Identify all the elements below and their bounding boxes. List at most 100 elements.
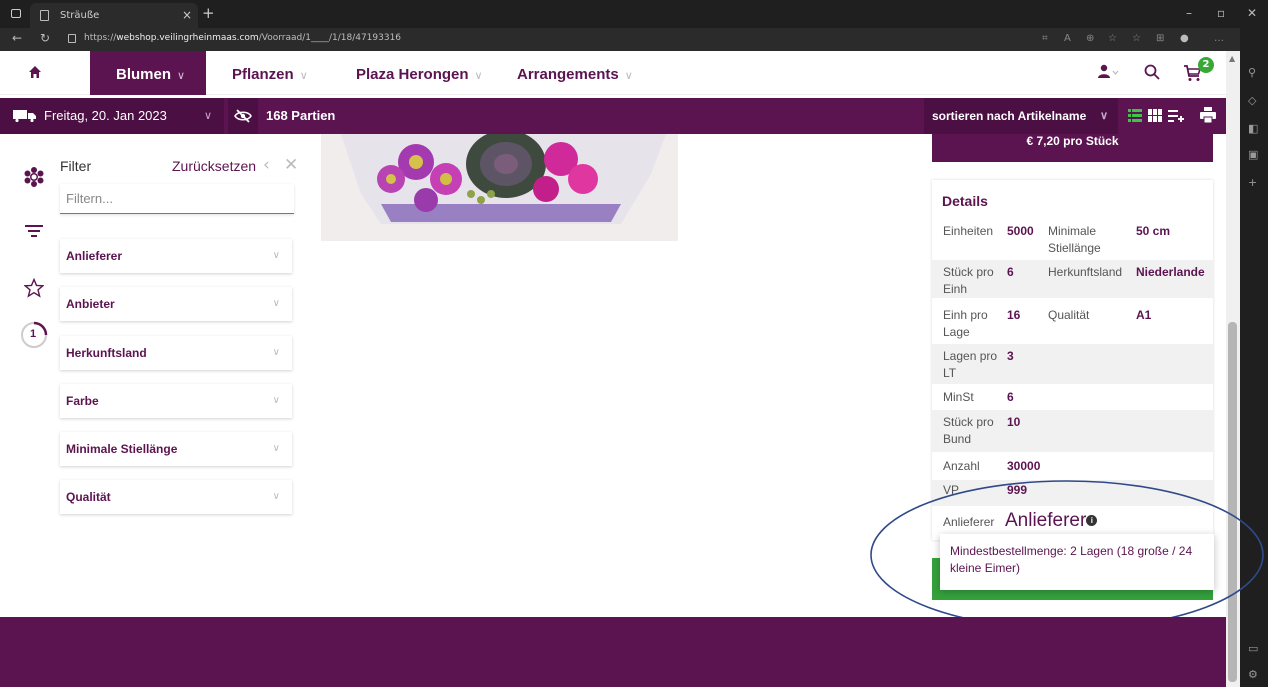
- detail-value: Niederlande: [1136, 265, 1205, 279]
- office-icon[interactable]: ◧: [1248, 122, 1258, 135]
- tab-close-icon[interactable]: ×: [182, 3, 192, 28]
- reader-icon[interactable]: ⌗: [1042, 33, 1048, 44]
- detail-label: Minimale Stiellänge: [1048, 224, 1101, 255]
- detail-label: Stück pro Bund: [943, 415, 994, 446]
- nav-label: Plaza Herongen: [356, 66, 469, 83]
- reset-link[interactable]: Zurücksetzen: [172, 158, 256, 174]
- nav-pflanzen[interactable]: Pflanzen ∨: [232, 51, 308, 95]
- detail-row: Einheiten 5000 Minimale Stiellänge 50 cm: [932, 220, 1213, 258]
- chevron-down-icon: ∨: [474, 70, 483, 82]
- facet-label: Anlieferer: [66, 249, 123, 263]
- add-to-list-icon[interactable]: [1168, 109, 1184, 122]
- favorites-icon[interactable]: ☆: [1132, 33, 1141, 44]
- detail-row: Einh pro Lage 16 Qualität A1: [932, 304, 1213, 342]
- shopping-icon[interactable]: ◇: [1248, 94, 1256, 107]
- facet-minimale-stiellaenge[interactable]: Minimale Stiellänge ∨: [60, 432, 292, 466]
- chevron-down-icon: ∨: [272, 298, 280, 309]
- close-window-icon[interactable]: ✕: [1247, 6, 1257, 20]
- detail-value: 5000: [1007, 224, 1034, 238]
- purple-toolbar: Freitag, 20. Jan 2023 ∨ 168 Partien sort…: [0, 98, 1226, 134]
- detail-value: 3: [1007, 349, 1014, 363]
- chevron-down-icon: ∨: [624, 70, 633, 82]
- tab-actions-icon[interactable]: [11, 9, 21, 18]
- date-select[interactable]: Freitag, 20. Jan 2023 ∨: [0, 98, 224, 134]
- chevron-down-icon: ∨: [272, 250, 280, 261]
- chevron-down-icon: ∨: [272, 491, 280, 502]
- zoom-icon[interactable]: ⊕: [1086, 33, 1094, 44]
- user-icon[interactable]: [1097, 64, 1119, 80]
- detail-row: Anzahl 30000: [932, 454, 1213, 478]
- sidebar-toggle-icon[interactable]: ▭: [1248, 642, 1258, 655]
- facet-farbe[interactable]: Farbe ∨: [60, 384, 292, 418]
- filter-input[interactable]: [60, 184, 294, 214]
- search-icon[interactable]: ⚲: [1248, 66, 1256, 79]
- facet-anlieferer[interactable]: Anlieferer ∨: [60, 239, 292, 273]
- scroll-up-icon[interactable]: ▲: [1229, 54, 1235, 63]
- list-view-icon[interactable]: [1128, 109, 1142, 122]
- facet-qualitaet[interactable]: Qualität ∨: [60, 480, 292, 514]
- home-icon[interactable]: [28, 65, 42, 79]
- collections-icon[interactable]: ⊞: [1156, 33, 1164, 44]
- facet-label: Herkunftsland: [66, 346, 147, 360]
- restore-icon[interactable]: ▫: [1217, 6, 1225, 20]
- detail-label: Herkunftsland: [1048, 265, 1123, 279]
- flower-icon[interactable]: [24, 167, 44, 187]
- detail-label: Qualität: [1048, 308, 1090, 322]
- nav-blumen[interactable]: Blumen ∨: [90, 51, 206, 95]
- detail-value: A1: [1136, 308, 1152, 322]
- nav-label: Pflanzen: [232, 66, 294, 83]
- bouquet-picture: [321, 134, 678, 241]
- chevron-down-icon: ∨: [272, 443, 280, 454]
- browser-tab[interactable]: Sträuße ×: [30, 3, 198, 28]
- detail-label: Lagen pro LT: [943, 349, 998, 380]
- detail-value: 6: [1007, 265, 1014, 279]
- detail-label: Stück pro Einh: [943, 265, 994, 296]
- close-icon[interactable]: ✕: [284, 155, 298, 175]
- new-tab-icon[interactable]: +: [202, 4, 215, 22]
- more-icon[interactable]: …: [1214, 33, 1224, 44]
- settings-icon[interactable]: ⚙: [1248, 668, 1258, 681]
- detail-row: Stück pro Einh 6 Herkunftsland Niederlan…: [932, 260, 1213, 298]
- hide-toggle-button[interactable]: [228, 98, 258, 134]
- grid-view-icon[interactable]: [1148, 109, 1162, 122]
- filter-icon[interactable]: [24, 223, 44, 239]
- star-icon[interactable]: [24, 278, 44, 298]
- date-label: Freitag, 20. Jan 2023: [44, 108, 167, 123]
- profile-icon[interactable]: ●: [1180, 33, 1189, 44]
- add-icon[interactable]: +: [1248, 176, 1257, 189]
- browser-tab-bar: Sträuße × + – ▫ ✕: [0, 0, 1268, 28]
- cart-count-badge: 2: [1198, 57, 1214, 73]
- sort-select[interactable]: sortieren nach Artikelname ∨: [924, 98, 1118, 134]
- detail-value: 10: [1007, 415, 1021, 429]
- url-field[interactable]: https://webshop.veilingrheinmaas.com/Voo…: [84, 33, 401, 43]
- nav-label: Blumen: [116, 66, 172, 83]
- chevron-down-icon: ∨: [272, 395, 280, 406]
- filter-title: Filter: [60, 158, 92, 174]
- detail-label: Einheiten: [943, 224, 994, 238]
- nav-plaza-herongen[interactable]: Plaza Herongen ∨: [356, 51, 483, 95]
- refresh-icon[interactable]: ↻: [40, 31, 50, 45]
- facet-label: Anbieter: [66, 297, 115, 311]
- back-icon[interactable]: ←: [12, 31, 22, 45]
- read-aloud-icon[interactable]: A: [1064, 33, 1071, 44]
- product-image[interactable]: [321, 134, 678, 241]
- search-icon[interactable]: [1144, 64, 1160, 80]
- detail-label: MinSt: [943, 390, 974, 404]
- price-label: € 7,20 pro Stück: [1026, 134, 1119, 148]
- price-bar: € 7,20 pro Stück: [932, 134, 1213, 162]
- lock-icon: [68, 34, 76, 43]
- facet-herkunftsland[interactable]: Herkunftsland ∨: [60, 336, 292, 370]
- print-icon[interactable]: [1200, 107, 1216, 123]
- nav-arrangements[interactable]: Arrangements ∨: [517, 51, 633, 95]
- facet-anbieter[interactable]: Anbieter ∨: [60, 287, 292, 321]
- address-bar: ← ↻ https://webshop.veilingrheinmaas.com…: [0, 28, 1240, 51]
- detail-label: Anzahl: [943, 459, 980, 473]
- outlook-icon[interactable]: ▣: [1248, 148, 1258, 161]
- chevron-left-icon[interactable]: ‹: [263, 155, 270, 175]
- nav-label: Arrangements: [517, 66, 619, 83]
- detail-value: 6: [1007, 390, 1014, 404]
- eye-off-icon: [234, 109, 252, 123]
- truck-icon: [13, 110, 36, 122]
- minimize-icon[interactable]: –: [1186, 6, 1192, 20]
- favorite-add-icon[interactable]: ☆: [1108, 33, 1117, 44]
